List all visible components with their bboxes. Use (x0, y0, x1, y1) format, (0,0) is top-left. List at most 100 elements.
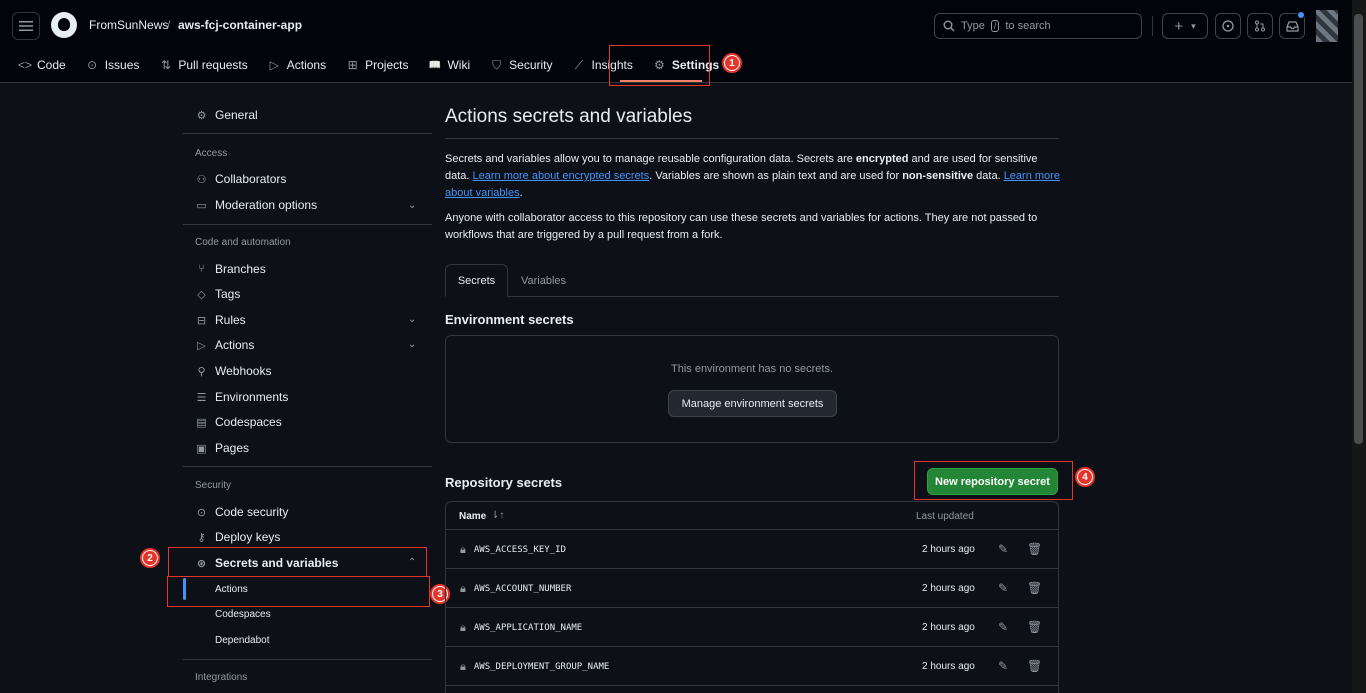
sidebar-item-label: Tags (215, 287, 241, 301)
play-icon: ▷ (197, 339, 206, 352)
search-placeholder-suffix: to search (1005, 20, 1051, 32)
search-icon (943, 20, 955, 32)
trash-icon[interactable]: 🗑︎ (1027, 659, 1042, 673)
sidebar-heading-code: Code and automation (195, 237, 291, 248)
tab-variables[interactable]: Variables (511, 264, 576, 297)
codescan-icon: ⊙ (196, 506, 207, 519)
sidebar-subitem-codespaces[interactable]: Codespaces (215, 609, 271, 620)
environment-secrets-box: This environment has no secrets. Manage … (445, 335, 1059, 443)
sidebar-subitem-dependabot[interactable]: Dependabot (215, 635, 270, 646)
secret-name: AWS_ACCESS_KEY_ID (473, 545, 566, 555)
chevron-down-icon[interactable]: ⌄ (408, 314, 416, 325)
issue-icon: ⊙ (87, 58, 98, 72)
avatar[interactable] (1316, 10, 1338, 42)
secret-updated: 2 hours ago (922, 622, 975, 633)
sidebar-item-moderation[interactable]: ▭ Moderation options (195, 198, 317, 212)
tab-projects[interactable]: ⊞ Projects (336, 52, 418, 78)
create-new-button[interactable]: + ▾ (1162, 13, 1208, 39)
caret-down-icon: ▾ (1191, 20, 1196, 31)
annotation-box-2 (168, 547, 427, 577)
search-input[interactable]: Type / to search (934, 13, 1142, 39)
scrollbar-thumb[interactable] (1354, 14, 1363, 444)
secrets-variables-tabs: Secrets Variables (445, 264, 1059, 297)
table-row: 🔒︎ AWS_DEPLOYMENT_GROUP_NAME 2 hours ago … (446, 647, 1058, 686)
sort-icon[interactable]: ⇂↑ (491, 510, 504, 521)
annotation-box-4 (914, 461, 1073, 500)
sidebar-item-label: Environments (215, 390, 289, 404)
shield-icon: ⛉ (492, 57, 502, 72)
tab-pull-requests[interactable]: ⇅ Pull requests (149, 52, 257, 78)
tab-issues[interactable]: ⊙ Issues (76, 52, 150, 78)
sidebar-item-pages[interactable]: ▣ Pages (195, 441, 249, 455)
sidebar-item-collaborators[interactable]: ⚇ Collaborators (195, 172, 287, 186)
issues-icon[interactable] (1215, 13, 1241, 39)
table-header: Name ⇂↑ Last updated (446, 502, 1058, 530)
secret-updated: 2 hours ago (922, 661, 975, 672)
sidebar-item-label: Deploy keys (215, 530, 281, 544)
pencil-icon[interactable]: ✎ (998, 542, 1008, 556)
annotation-badge-2: 2 (140, 548, 160, 568)
sidebar-item-rules[interactable]: ⊟ Rules (195, 313, 246, 327)
sidebar-item-general[interactable]: ⚙ General (195, 108, 258, 122)
tab-code-label: Code (37, 58, 66, 72)
annotation-box-3 (167, 576, 430, 607)
breadcrumb-repo[interactable]: aws-fcj-container-app (178, 18, 302, 32)
sidebar-item-actions[interactable]: ▷ Actions (195, 338, 254, 352)
sidebar-heading-integrations: Integrations (195, 672, 248, 683)
github-logo-icon[interactable] (51, 12, 77, 38)
book-icon: 📖 (428, 59, 442, 71)
tab-secrets[interactable]: Secrets (445, 264, 508, 297)
lock-icon: 🔒︎ (460, 660, 466, 673)
tab-issues-label: Issues (104, 58, 140, 72)
sidebar-item-tags[interactable]: ◇ Tags (195, 287, 240, 301)
sidebar-item-branches[interactable]: ⑂ Branches (195, 262, 266, 276)
secret-updated: 2 hours ago (922, 544, 975, 555)
tab-security-label: Security (509, 58, 553, 72)
tab-security[interactable]: ⛉ Security (480, 52, 562, 78)
sidebar-item-codespaces[interactable]: ▤ Codespaces (195, 415, 282, 429)
rules-icon: ⊟ (196, 314, 207, 327)
sidebar-heading-access: Access (195, 148, 228, 159)
repository-secrets-heading: Repository secrets (445, 475, 563, 490)
lock-icon: 🔒︎ (460, 582, 466, 595)
sidebar-item-webhooks[interactable]: ⚲ Webhooks (195, 364, 271, 378)
pencil-icon[interactable]: ✎ (998, 659, 1008, 673)
secret-name: AWS_ACCOUNT_NUMBER (473, 584, 572, 594)
sidebar-divider (183, 659, 432, 660)
tab-code[interactable]: <> Code (0, 52, 76, 78)
tab-actions[interactable]: ▷ Actions (258, 52, 336, 78)
search-shortcut-key: / (990, 20, 1000, 32)
chevron-down-icon[interactable]: ⌄ (408, 200, 416, 211)
sidebar-divider (183, 466, 432, 467)
sidebar-divider (183, 224, 432, 225)
trash-icon[interactable]: 🗑︎ (1027, 581, 1042, 595)
environment-secrets-heading: Environment secrets (445, 312, 574, 327)
trash-icon[interactable]: 🗑︎ (1027, 542, 1042, 556)
people-icon: ⚇ (196, 173, 207, 186)
sidebar-item-label: Codespaces (215, 415, 282, 429)
pull-requests-icon[interactable] (1247, 13, 1273, 39)
sidebar-item-code-security[interactable]: ⊙ Code security (195, 505, 288, 519)
sidebar-divider (183, 133, 432, 134)
trash-icon[interactable]: 🗑︎ (1027, 620, 1042, 634)
annotation-badge-4: 4 (1075, 467, 1095, 487)
breadcrumb-owner[interactable]: FromSunNews (89, 18, 168, 32)
table-icon: ⊞ (347, 58, 358, 72)
tag-icon: ◇ (197, 288, 206, 301)
title-divider (445, 138, 1059, 139)
chevron-down-icon[interactable]: ⌄ (408, 339, 416, 350)
pencil-icon[interactable]: ✎ (998, 620, 1008, 634)
pencil-icon[interactable]: ✎ (998, 581, 1008, 595)
manage-environment-secrets-button[interactable]: Manage environment secrets (668, 390, 837, 417)
sidebar-item-deploy-keys[interactable]: ⚷ Deploy keys (195, 530, 280, 544)
lock-icon: 🔒︎ (460, 621, 466, 634)
tab-wiki[interactable]: 📖 Wiki (418, 52, 480, 78)
secret-name: AWS_APPLICATION_NAME (473, 623, 583, 633)
branch-icon: ⑂ (198, 263, 205, 275)
plus-icon: + (1174, 17, 1184, 35)
learn-encrypted-secrets-link[interactable]: Learn more about encrypted secrets (473, 170, 650, 182)
table-row: 🔒︎ AWS_APPLICATION_NAME 2 hours ago ✎ 🗑︎ (446, 608, 1058, 647)
menu-icon[interactable] (12, 12, 40, 40)
column-name-header[interactable]: Name (459, 511, 486, 522)
sidebar-item-environments[interactable]: ☰ Environments (195, 390, 289, 404)
